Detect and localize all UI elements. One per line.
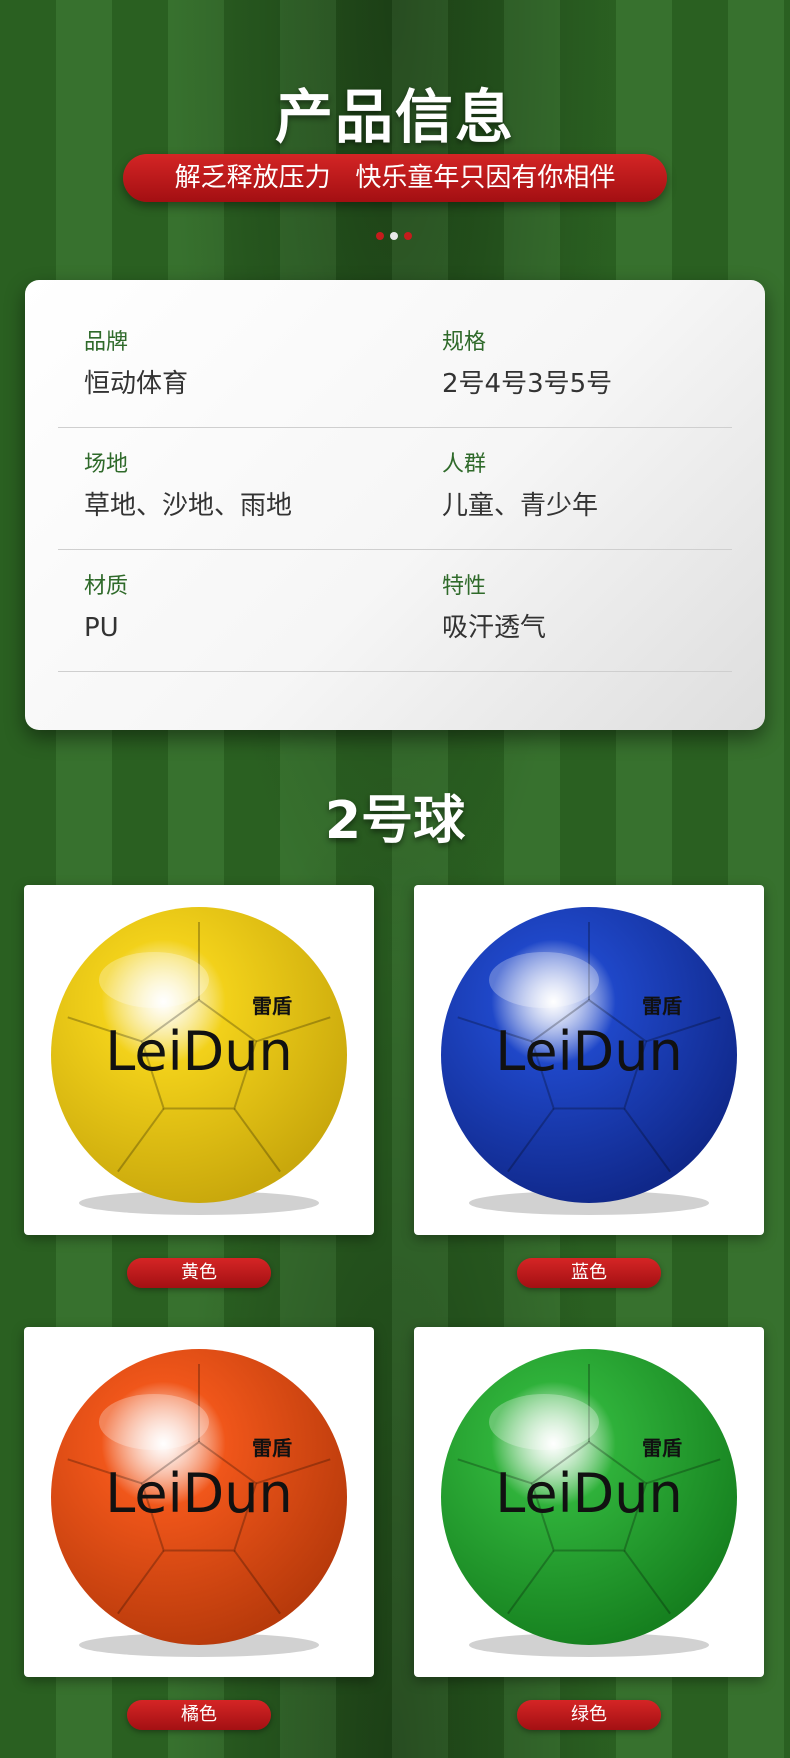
info-cell-material: 材质 PU	[84, 572, 128, 646]
soccer-ball-icon: 雷盾LeiDun	[51, 1349, 347, 1657]
dot-white	[390, 232, 398, 240]
info-cell-brand: 品牌 恒动体育	[84, 328, 188, 402]
info-row: 材质 PU 特性 吸汗透气	[58, 550, 732, 672]
info-cell-spec: 规格 2号4号3号5号	[442, 328, 612, 402]
info-value: 吸汗透气	[442, 613, 547, 643]
decorative-dots	[376, 232, 416, 242]
brand-en-text: LeiDun	[495, 1020, 682, 1083]
product-info-card: 品牌 恒动体育 规格 2号4号3号5号 场地 草地、沙地、雨地 人群 儿童、青少…	[25, 280, 765, 730]
product-image[interactable]: 雷盾 LeiDun	[414, 885, 764, 1235]
brand-en-text: LeiDun	[105, 1020, 292, 1083]
brand-cn-text: 雷盾	[642, 994, 682, 1018]
section-title: 2号球	[324, 791, 466, 851]
info-label: 材质	[84, 574, 129, 599]
product-image[interactable]: 雷盾 LeiDun	[24, 885, 374, 1235]
info-value: 恒动体育	[84, 369, 189, 399]
brand-cn-text: 雷盾	[252, 994, 292, 1018]
info-row: 品牌 恒动体育 规格 2号4号3号5号	[58, 306, 732, 428]
ball-highlight	[99, 952, 209, 1008]
info-value: 草地、沙地、雨地	[84, 491, 293, 521]
color-tag[interactable]: 黄色	[127, 1258, 271, 1288]
dot-red	[376, 232, 384, 240]
dot-red	[404, 232, 412, 240]
info-cell-venue: 场地 草地、沙地、雨地	[84, 450, 292, 524]
info-cell-feature: 特性 吸汗透气	[442, 572, 546, 646]
soccer-ball-icon: 雷盾LeiDun	[441, 1349, 737, 1657]
info-value: 2号4号3号5号	[442, 369, 613, 399]
color-tag[interactable]: 蓝色	[517, 1258, 661, 1288]
info-label: 品牌	[84, 330, 129, 355]
color-tag[interactable]: 橘色	[127, 1700, 271, 1730]
soccer-ball-icon: 雷盾LeiDun	[51, 907, 347, 1215]
product-card[interactable]: 雷盾 LeiDun 橘色	[24, 1327, 374, 1730]
slogan-banner: 解乏释放压力 快乐童年只因有你相伴	[123, 154, 667, 202]
page-title: 产品信息	[274, 83, 515, 151]
info-value: PU	[84, 613, 119, 643]
info-cell-audience: 人群 儿童、青少年	[442, 450, 598, 524]
product-image[interactable]: 雷盾 LeiDun	[414, 1327, 764, 1677]
info-label: 场地	[84, 452, 129, 477]
info-label: 人群	[442, 452, 487, 477]
product-card[interactable]: 雷盾 LeiDun 蓝色	[414, 885, 764, 1288]
info-label: 规格	[442, 330, 487, 355]
brand-en-text: LeiDun	[105, 1462, 292, 1525]
brand-cn-text: 雷盾	[252, 1436, 292, 1460]
brand-en-text: LeiDun	[495, 1462, 682, 1525]
brand-cn-text: 雷盾	[642, 1436, 682, 1460]
product-detail-page: 产品信息 解乏释放压力 快乐童年只因有你相伴 品牌 恒动体育 规格 2号4号3号…	[0, 0, 790, 1758]
ball-highlight	[489, 1394, 599, 1450]
info-value: 儿童、青少年	[442, 491, 599, 521]
product-card[interactable]: 雷盾 LeiDun 绿色	[414, 1327, 764, 1730]
ball-highlight	[99, 1394, 209, 1450]
info-label: 特性	[442, 574, 487, 599]
product-card[interactable]: 雷盾 LeiDun 黄色	[24, 885, 374, 1288]
ball-highlight	[489, 952, 599, 1008]
soccer-ball-icon: 雷盾LeiDun	[441, 907, 737, 1215]
product-image[interactable]: 雷盾 LeiDun	[24, 1327, 374, 1677]
color-tag[interactable]: 绿色	[517, 1700, 661, 1730]
info-row: 场地 草地、沙地、雨地 人群 儿童、青少年	[58, 428, 732, 550]
